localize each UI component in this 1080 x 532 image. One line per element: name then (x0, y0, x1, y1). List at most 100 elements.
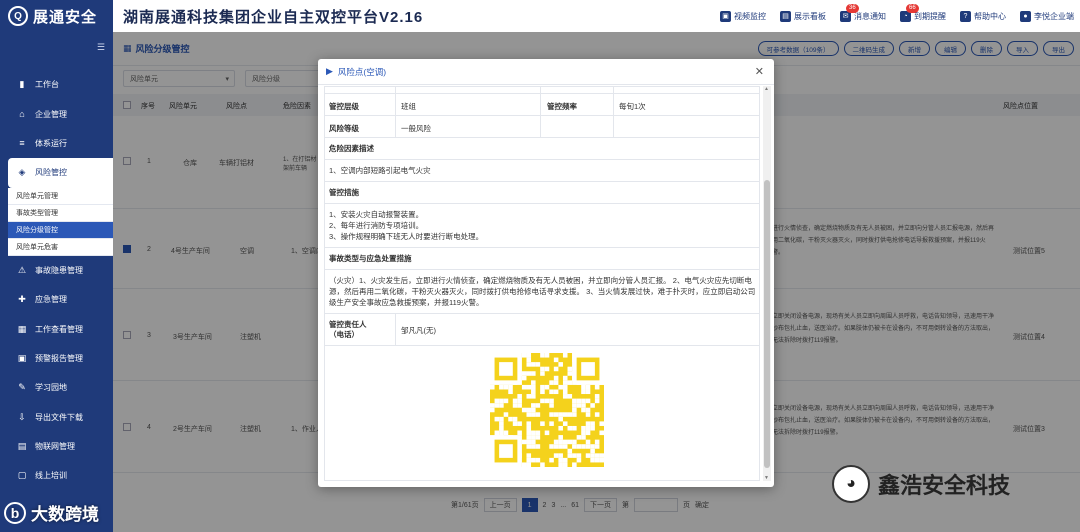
detail-row-control: 管控层级 班组 管控频率 每旬1次 (325, 94, 759, 116)
top-action-label: 视频监控 (734, 11, 766, 21)
report-icon: ▣ (17, 352, 27, 363)
modal-title: 风险点(空调) (337, 66, 387, 77)
emergency-title: 事故类型与应急处置措施 (325, 248, 759, 270)
person-label: 管控责任人 （电话） (329, 320, 367, 339)
sidebar-item-warning-report[interactable]: ▣ 预警报告管理 (0, 344, 113, 373)
risk-grade-value: 一般风险 (401, 124, 431, 133)
qrcode-image (490, 353, 604, 467)
play-arrow-icon: ▶ (326, 66, 333, 76)
sidebar-item-label: 工作查看管理 (35, 324, 83, 334)
training-icon: ▢ (17, 470, 27, 481)
reminder-count-badge: 66 (906, 3, 919, 13)
top-action-messages[interactable]: ✉ 36 消息通知 (840, 3, 886, 22)
sidebar-item-learning[interactable]: ✎ 学习园地 (0, 373, 113, 402)
risk-grade-label: 风险等级 (329, 124, 359, 133)
user-icon: ● (1020, 10, 1031, 22)
help-icon: ? (960, 10, 971, 22)
sidebar-item-label: 导出文件下载 (35, 412, 83, 422)
sidebar-item-label: 风险管控 (35, 168, 67, 178)
watermark-logo-icon: b (4, 501, 26, 524)
measure-line: 2、每年进行消防专项培训。 (329, 221, 424, 230)
top-action-dashboard[interactable]: ▤ 展示看板 (780, 10, 826, 22)
message-count-badge: 36 (846, 3, 859, 13)
modal-body: 管控层级 班组 管控频率 每旬1次 风险等级 一般风险 危险因素描述 1、空调内… (324, 86, 760, 481)
detail-row-cut (325, 87, 759, 94)
top-action-video-monitor[interactable]: ▣ 视频监控 (720, 10, 766, 22)
frequency-label: 管控频率 (547, 102, 577, 111)
modal-header: ▶ 风险点(空调) (318, 59, 774, 85)
detail-row-grade: 风险等级 一般风险 (325, 116, 759, 138)
sidebar-item-label: 工作台 (35, 80, 59, 90)
top-action-user[interactable]: ● 李悦企业端 (1020, 10, 1074, 22)
sidebar-item-enterprise[interactable]: ⌂ 企业管理 (0, 99, 113, 128)
iot-icon: ▤ (17, 441, 27, 452)
scroll-up-icon[interactable]: ▲ (764, 86, 769, 92)
hazard-title: 危险因素描述 (325, 138, 759, 160)
close-icon[interactable]: ✕ (755, 65, 764, 78)
monitor-icon: ▣ (720, 10, 731, 22)
top-action-label: 到期提醒 (914, 11, 946, 21)
plus-icon: ✚ (18, 294, 26, 305)
sidebar-item-label: 应急管理 (35, 295, 67, 305)
frequency-value: 每旬1次 (619, 102, 646, 111)
modal-scrollbar[interactable]: ▲ ▼ (763, 86, 771, 481)
brand-logo-icon: Q (8, 6, 28, 26)
sidebar-item-label: 企业管理 (35, 109, 67, 119)
measures-text: 1、安装火灾自动报警装置。 2、每年进行消防专项培训。 3、操作规程明确下班无人… (325, 204, 759, 248)
wechat-icon: ◕ (832, 465, 870, 503)
sidebar-item-hazard[interactable]: ⚠ 事故隐患管理 (0, 256, 113, 285)
dashboard-icon: ▤ (780, 10, 791, 22)
sub-item-risk-grading[interactable]: 风险分级管控 (8, 221, 113, 239)
app-title: 湖南展通科技集团企业自主双控平台V2.16 (123, 8, 424, 26)
sidebar-item-online-training[interactable]: ▢ 线上培训 (0, 461, 113, 490)
measure-line: 1、安装火灾自动报警装置。 (329, 210, 424, 219)
user-name: 李悦企业端 (1034, 11, 1074, 21)
watermark-left-text: 大数跨境 (31, 505, 99, 524)
sidebar-item-label: 物联网管理 (35, 442, 75, 452)
control-level-value: 班组 (401, 102, 416, 111)
watermark-left: b 大数跨境 (4, 500, 99, 525)
detail-row-person: 管控责任人 （电话） 邹凡凡(无) (325, 314, 759, 346)
top-actions: ▣ 视频监控 ▤ 展示看板 ✉ 36 消息通知 ◔ 66 到期提醒 ? 帮助中心 ● 李悦企业端 (720, 0, 1074, 32)
sidebar-item-label: 体系运行 (35, 138, 67, 148)
sidebar-item-iot[interactable]: ▤ 物联网管理 (0, 432, 113, 461)
sidebar-menu: ▮ 工作台 ⌂ 企业管理 ≡ 体系运行 ◈ 风险管控 风险单元管理 事故类型管理 风险分… (0, 70, 113, 491)
top-action-label: 展示看板 (794, 11, 826, 21)
sub-item-accident-type[interactable]: 事故类型管理 (8, 205, 113, 222)
control-level-label: 管控层级 (329, 102, 359, 111)
sidebar-item-export-download[interactable]: ⇩ 导出文件下载 (0, 403, 113, 432)
top-action-help[interactable]: ? 帮助中心 (960, 10, 1006, 22)
scrollbar-thumb[interactable] (764, 180, 770, 468)
emergency-text: （火灾）1、火灾发生后，立即进行火情侦查，确定燃烧物质及有无人员被困，并立即向分… (325, 270, 759, 314)
sidebar-item-work-check[interactable]: ▦ 工作查看管理 (0, 314, 113, 343)
warning-icon: ⚠ (17, 264, 27, 275)
sidebar-item-risk-control[interactable]: ◈ 风险管控 (8, 158, 113, 188)
scroll-down-icon[interactable]: ▼ (764, 475, 769, 481)
risk-submenu: 风险单元管理 事故类型管理 风险分级管控 风险单元危害 (8, 187, 113, 256)
brand-name: 展通安全 (33, 8, 98, 26)
risk-icon: ◈ (18, 167, 26, 178)
sidebar-item-label: 预警报告管理 (35, 353, 83, 363)
top-action-label: 帮助中心 (974, 11, 1006, 21)
workbench-icon: ▮ (19, 79, 25, 90)
watermark-right: ◕ 鑫浩安全科技 (832, 462, 1072, 506)
measure-line: 3、操作规程明确下班无人时要进行断电处理。 (329, 232, 484, 241)
sidebar-item-emergency[interactable]: ✚ 应急管理 (0, 285, 113, 314)
sidebar: ☰ ▮ 工作台 ⌂ 企业管理 ≡ 体系运行 ◈ 风险管控 风险单元管理 事故类型管理 风… (0, 32, 113, 532)
sub-item-risk-hazard[interactable]: 风险单元危害 (8, 239, 113, 256)
menu-collapse-icon[interactable]: ☰ (97, 42, 105, 53)
hazard-text: 1、空调内部短路引起电气火灾 (325, 160, 759, 182)
brand[interactable]: Q 展通安全 (0, 0, 113, 32)
person-value: 邹凡凡(无) (401, 326, 436, 335)
sub-item-risk-unit[interactable]: 风险单元管理 (8, 188, 113, 205)
pencil-icon: ✎ (18, 382, 26, 393)
top-action-expiry-reminder[interactable]: ◔ 66 到期提醒 (900, 3, 946, 22)
sidebar-item-label: 学习园地 (35, 383, 67, 393)
watermark-right-text: 鑫浩安全科技 (878, 473, 1011, 498)
measures-title: 管控措施 (325, 182, 759, 204)
download-icon: ⇩ (18, 411, 26, 422)
sidebar-item-system-operation[interactable]: ≡ 体系运行 (0, 129, 113, 158)
sidebar-item-workbench[interactable]: ▮ 工作台 (0, 70, 113, 99)
top-action-label: 消息通知 (854, 11, 886, 21)
sidebar-item-label: 事故隐患管理 (35, 265, 83, 275)
